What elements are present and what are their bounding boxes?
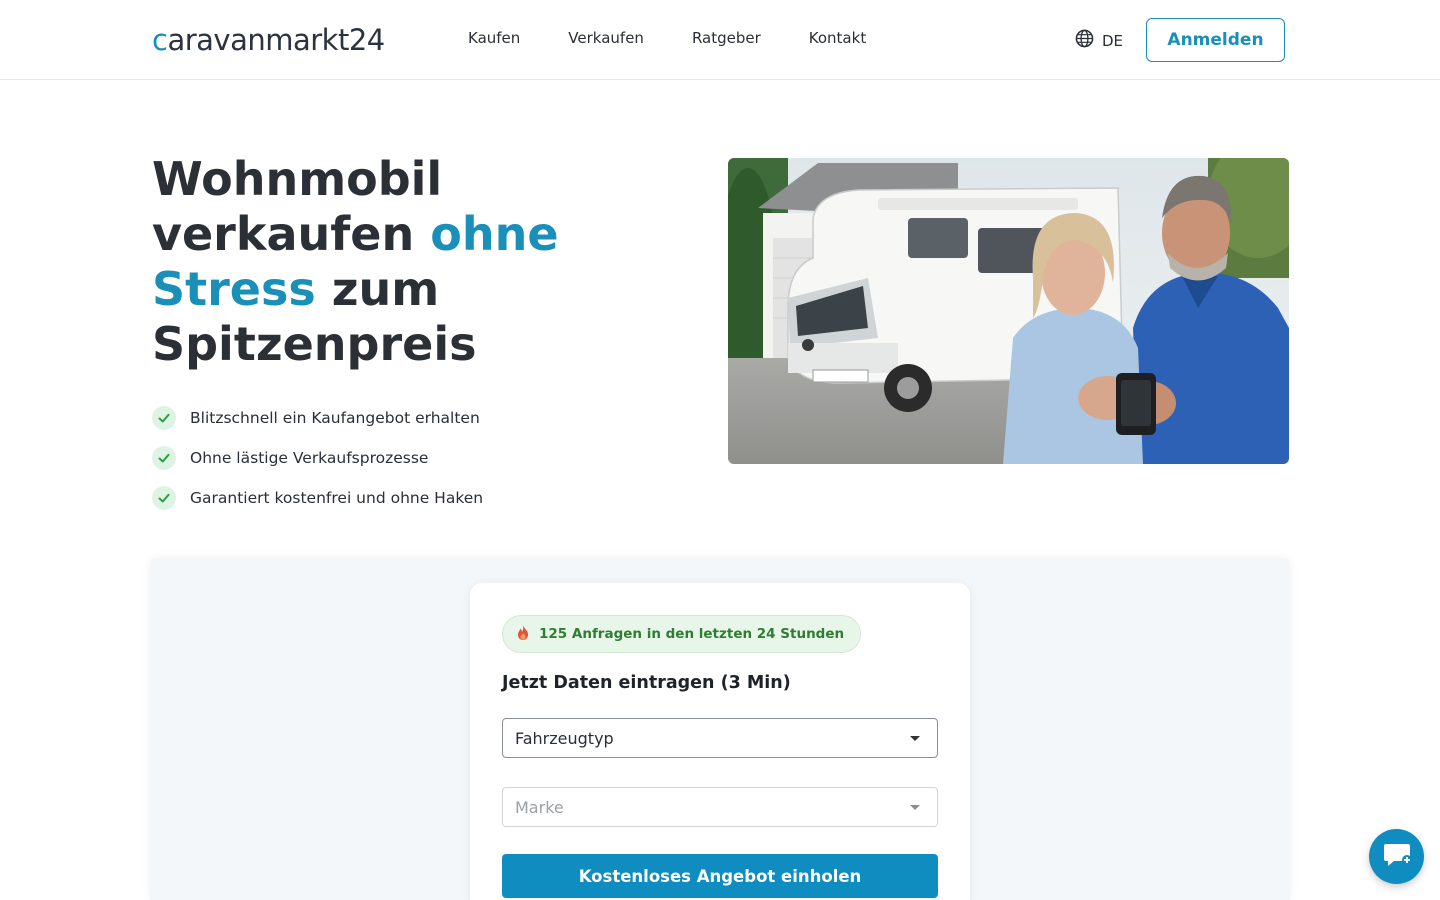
globe-icon [1075,29,1094,52]
badge-text: 125 Anfragen in den letzten 24 Stunden [539,626,845,642]
benefit-item: Blitzschnell ein Kaufangebot erhalten [152,398,483,438]
vehicle-type-select[interactable]: Fahrzeugtyp [502,718,938,758]
check-icon [152,446,176,470]
nav-item-ratgeber[interactable]: Ratgeber [692,29,761,47]
chat-button[interactable] [1369,829,1424,884]
title-accent-2: Stress [152,262,316,316]
nav-item-verkaufen[interactable]: Verkaufen [568,29,644,47]
language-label: DE [1102,31,1124,50]
hero-image [728,158,1289,464]
title-accent-1: ohne [430,207,559,261]
logo[interactable]: c aravanmarkt 24 [152,20,385,60]
benefit-text: Blitzschnell ein Kaufangebot erhalten [190,409,480,427]
benefit-list: Blitzschnell ein Kaufangebot erhalten Oh… [152,398,483,518]
status-badge: 125 Anfragen in den letzten 24 Stunden [502,615,862,653]
benefit-item: Garantiert kostenfrei und ohne Haken [152,478,483,518]
flame-icon [517,624,529,644]
lead-form: 125 Anfragen in den letzten 24 Stunden J… [470,583,970,900]
language-switcher[interactable]: DE [1075,29,1123,52]
title-line-1: Wohnmobil [152,152,443,206]
title-line-4: Spitzenpreis [152,317,477,371]
login-button[interactable]: Anmelden [1146,18,1285,62]
form-title: Jetzt Daten eintragen (3 Min) [502,673,791,693]
benefit-text: Ohne lästige Verkaufsprozesse [190,449,429,467]
check-icon [152,406,176,430]
nav-item-kaufen[interactable]: Kaufen [468,29,520,47]
chevron-down-icon [910,805,920,810]
title-line-2: verkaufen [152,207,431,261]
title-line-3: zum [315,262,440,316]
logo-text: aravanmarkt [167,23,349,57]
site-header: c aravanmarkt 24 Kaufen Verkaufen Ratgeber… [0,0,1440,80]
benefit-text: Garantiert kostenfrei und ohne Haken [190,489,484,507]
get-offer-button[interactable]: Kostenloses Angebot einholen [502,854,938,898]
main-nav: Kaufen Verkaufen Ratgeber Kontakt [468,29,866,47]
brand-placeholder: Marke [515,797,564,817]
check-icon [152,486,176,510]
vehicle-type-value: Fahrzeugtyp [515,728,614,748]
brand-select[interactable]: Marke [502,787,938,827]
benefit-item: Ohne lästige Verkaufsprozesse [152,438,483,478]
page-title: Wohnmobil verkaufen ohne Stress zum Spit… [152,152,572,372]
chevron-down-icon [910,736,920,741]
nav-item-kontakt[interactable]: Kontakt [809,29,866,47]
logo-prefix: c [152,23,168,57]
chat-icon [1382,842,1412,872]
logo-number: 24 [348,23,385,57]
